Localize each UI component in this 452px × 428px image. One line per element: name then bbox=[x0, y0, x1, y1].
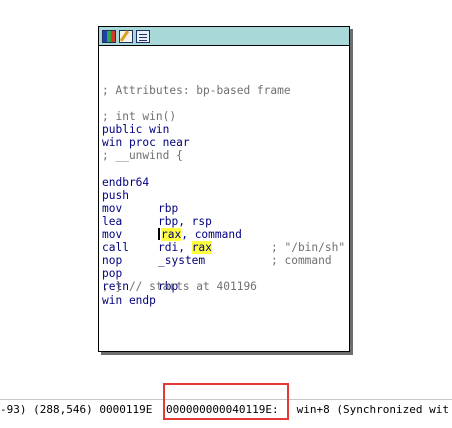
instruction-row[interactable]: retn bbox=[102, 267, 349, 293]
unwind-start-comment: ; __unwind { bbox=[102, 149, 183, 163]
status-position: -93) (288,546) 0000119E bbox=[0, 403, 159, 416]
graph-node-win[interactable]: ; Attributes: bp-based frame ; int win()… bbox=[98, 26, 350, 352]
signature-comment: ; int win() bbox=[102, 110, 177, 124]
edit-node-icon[interactable] bbox=[119, 29, 133, 43]
instruction-row-current[interactable]: lea rax, command ; "/bin/sh" bbox=[102, 202, 349, 254]
unwind-end-comment: ; } // starts at 401196 bbox=[102, 280, 257, 294]
status-address: 000000000040119E: bbox=[166, 403, 279, 416]
disassembly-listing[interactable]: ; Attributes: bp-based frame ; int win()… bbox=[99, 46, 349, 307]
instruction-row[interactable]: endbr64 bbox=[102, 163, 349, 189]
code-view-icon[interactable] bbox=[136, 29, 150, 43]
public-declaration[interactable]: public win bbox=[102, 123, 349, 136]
endp-declaration[interactable]: win endp bbox=[102, 294, 349, 307]
instruction-row[interactable]: nop bbox=[102, 241, 349, 267]
instruction-row[interactable]: push rbp bbox=[102, 176, 349, 215]
instruction-row[interactable]: call _system bbox=[102, 228, 349, 267]
attributes-comment: ; Attributes: bp-based frame bbox=[102, 84, 291, 97]
instruction-row[interactable]: mov rbp, rsp bbox=[102, 189, 349, 228]
instruction-row[interactable]: mov rdi, rax ; command bbox=[102, 215, 349, 267]
node-title-bar bbox=[99, 27, 349, 46]
status-location: win+8 (Synchronized wit bbox=[290, 403, 449, 416]
proc-declaration[interactable]: win proc near bbox=[102, 136, 349, 149]
status-bar: -93) (288,546) 0000119E 000000000040119E… bbox=[0, 399, 452, 419]
instruction-row[interactable]: pop rbp bbox=[102, 254, 349, 293]
graph-overview-icon[interactable] bbox=[102, 29, 116, 43]
